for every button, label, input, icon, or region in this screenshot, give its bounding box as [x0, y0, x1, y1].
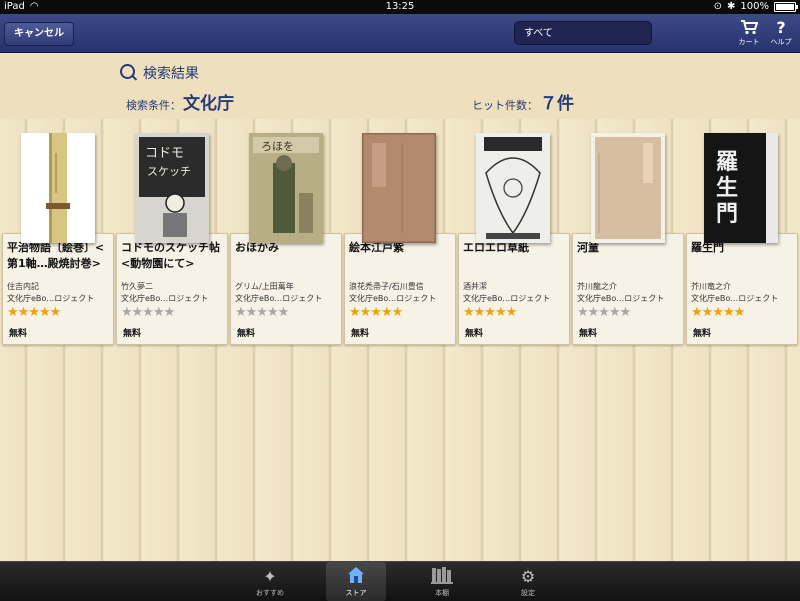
category-selector[interactable]: すべて: [514, 21, 652, 45]
book-card[interactable]: コドモのスケッチ帖 <動物園にて> 竹久夢二 文化庁eBo…ロジェクト ★★★★…: [116, 233, 228, 345]
tab-bar: ✦ おすすめ ストア 本棚 ⚙ 設定: [0, 561, 800, 601]
rating-stars: ★★★★★: [235, 305, 289, 320]
book-publisher: 文化庁eBo…ロジェクト: [121, 294, 209, 303]
tab-label: ストア: [345, 589, 367, 597]
svg-text:羅: 羅: [716, 150, 738, 175]
book-publisher: 文化庁eBo…ロジェクト: [7, 294, 95, 303]
book-author: 竹久夢二: [121, 282, 153, 291]
rating-stars: ★★★★★: [349, 305, 403, 320]
search-results-title: 検索結果: [143, 66, 199, 82]
book-price: 無料: [351, 329, 370, 339]
book-publisher: 文化庁eBo…ロジェクト: [691, 294, 779, 303]
svg-text:ろほを: ろほを: [261, 140, 294, 153]
lock-rotation-icon: ⊙: [713, 1, 723, 12]
search-info-panel: 検索結果 検索条件： 文化庁 ヒット件数： ７件: [0, 53, 800, 119]
battery-percent: 100%: [740, 1, 769, 12]
cart-button[interactable]: カート: [734, 19, 764, 47]
book-price: 無料: [9, 329, 28, 339]
cart-label: カート: [738, 38, 760, 46]
book-publisher: 文化庁eBo…ロジェクト: [577, 294, 665, 303]
book-card[interactable]: 平治物語〔絵巻〕<第1軸…殿焼討巻> 住吉内記 文化庁eBo…ロジェクト ★★★…: [2, 233, 114, 345]
book-publisher: 文化庁eBo…ロジェクト: [463, 294, 551, 303]
search-results-heading: 検索結果: [120, 63, 199, 83]
cancel-button[interactable]: キャンセル: [4, 22, 74, 46]
book-card[interactable]: エロエロ草紙 酒井潔 文化庁eBo…ロジェクト ★★★★★ 無料: [458, 233, 570, 345]
rating-stars: ★★★★★: [691, 305, 745, 320]
book-cover[interactable]: [362, 133, 436, 243]
book-card[interactable]: おほかみ グリム/上田萬年 文化庁eBo…ロジェクト ★★★★★ 無料: [230, 233, 342, 345]
help-button[interactable]: ? ヘルプ: [766, 19, 796, 47]
battery-icon: [774, 2, 798, 12]
svg-text:スケッチ: スケッチ: [147, 165, 191, 178]
search-icon: [120, 64, 135, 79]
status-bar: iPad ◠ 13:25 ⊙ ✱ 100%: [0, 0, 800, 14]
tab-label: 設定: [521, 589, 535, 597]
condition-label: 検索条件：: [126, 99, 181, 112]
hit-count: ヒット件数： ７件: [472, 89, 574, 114]
rating-stars: ★★★★★: [577, 305, 631, 320]
condition-value: 文化庁: [183, 94, 234, 114]
navigation-bar: キャンセル すべて カート ? ヘルプ: [0, 14, 800, 53]
book-cover[interactable]: [476, 133, 550, 243]
svg-text:生: 生: [716, 176, 738, 201]
book-author: 芥川竜之介: [691, 282, 731, 291]
bookshelf-icon: [412, 566, 472, 588]
book-title: コドモのスケッチ帖 <動物園にて>: [121, 241, 220, 270]
cart-icon: [734, 19, 764, 37]
book-author: 浪花禿帚子/石川豊信: [349, 282, 424, 291]
help-icon: ?: [776, 18, 786, 37]
book-cover[interactable]: [21, 133, 95, 243]
rating-stars: ★★★★★: [7, 305, 61, 320]
tab-label: おすすめ: [256, 589, 284, 597]
hits-label: ヒット件数：: [472, 99, 538, 112]
book-title: 平治物語〔絵巻〕<第1軸…殿焼討巻>: [7, 241, 105, 270]
book-author: グリム/上田萬年: [235, 282, 294, 291]
tab-store[interactable]: ストア: [326, 562, 386, 601]
book-cover[interactable]: [591, 133, 665, 243]
bluetooth-icon: ✱: [727, 1, 736, 12]
book-price: 無料: [579, 329, 598, 339]
clock: 13:25: [385, 1, 415, 12]
book-cover[interactable]: コドモ スケッチ: [135, 133, 209, 243]
svg-text:コドモ: コドモ: [145, 146, 184, 161]
sparkle-icon: ✦: [263, 567, 277, 586]
book-publisher: 文化庁eBo…ロジェクト: [235, 294, 323, 303]
svg-text:門: 門: [716, 202, 738, 227]
book-price: 無料: [693, 329, 712, 339]
book-author: 住吉内記: [7, 282, 39, 291]
book-card[interactable]: 羅生門 芥川竜之介 文化庁eBo…ロジェクト ★★★★★ 無料: [686, 233, 798, 345]
search-condition: 検索条件： 文化庁: [126, 89, 234, 114]
book-cover[interactable]: ろほを: [249, 133, 323, 243]
rating-stars: ★★★★★: [121, 305, 175, 320]
book-price: 無料: [237, 329, 256, 339]
store-icon: [326, 566, 386, 588]
book-card[interactable]: 絵本江戸紫 浪花禿帚子/石川豊信 文化庁eBo…ロジェクト ★★★★★ 無料: [344, 233, 456, 345]
tab-settings[interactable]: ⚙ 設定: [498, 562, 558, 601]
book-author: 芥川龍之介: [577, 282, 617, 291]
book-card[interactable]: 河童 芥川龍之介 文化庁eBo…ロジェクト ★★★★★ 無料: [572, 233, 684, 345]
tab-recommended[interactable]: ✦ おすすめ: [240, 562, 300, 601]
book-price: 無料: [465, 329, 484, 339]
tab-label: 本棚: [435, 589, 449, 597]
tab-bookshelf[interactable]: 本棚: [412, 562, 472, 601]
gear-icon: ⚙: [520, 567, 536, 586]
book-publisher: 文化庁eBo…ロジェクト: [349, 294, 437, 303]
rating-stars: ★★★★★: [463, 305, 517, 320]
help-label: ヘルプ: [770, 38, 792, 46]
hits-value: ７件: [540, 94, 574, 114]
book-author: 酒井潔: [463, 282, 487, 291]
book-price: 無料: [123, 329, 142, 339]
book-cover[interactable]: 羅 生 門: [704, 133, 778, 243]
